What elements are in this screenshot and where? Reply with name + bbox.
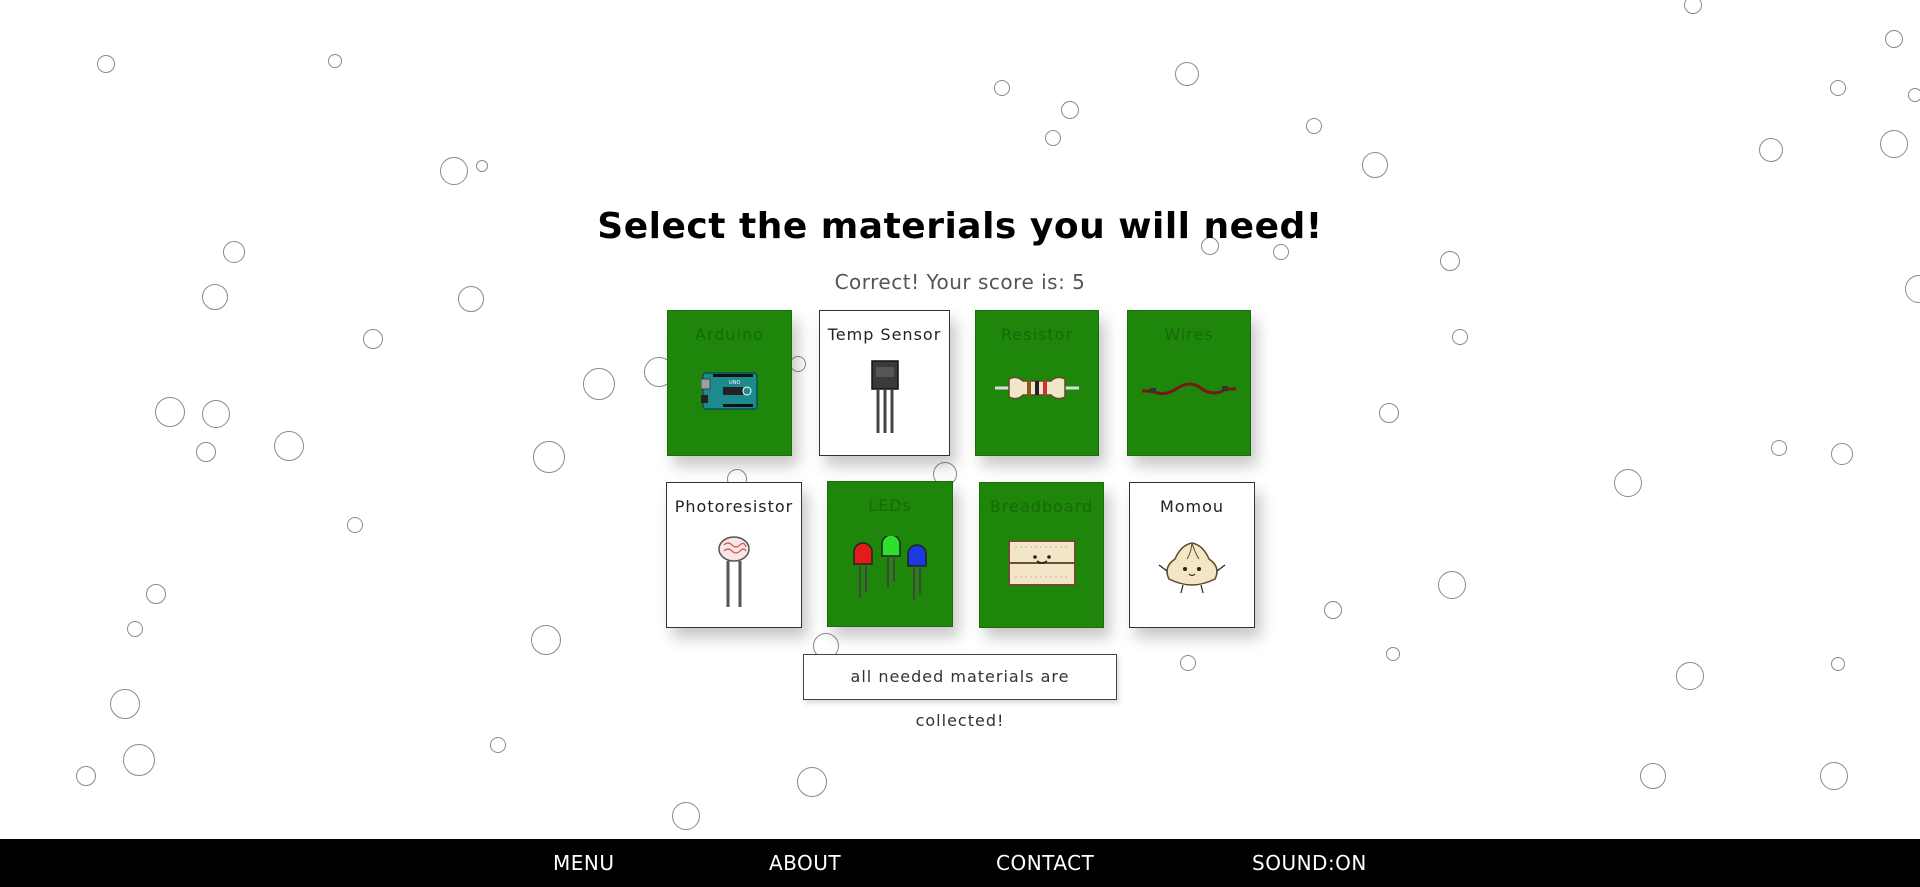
card-label: Photoresistor [674,497,794,516]
arduino-board-icon: UNO [700,372,758,410]
leds-icon [853,536,927,600]
bubble [476,160,488,172]
bubble [1831,443,1853,465]
nav-contact[interactable]: CONTACT [996,839,1094,887]
card-breadboard[interactable]: Breadboard [979,482,1104,628]
bubble [1820,762,1848,790]
status-message: all needed materials are collected! [803,654,1117,730]
bubble [1880,130,1908,158]
card-momou[interactable]: Momou [1129,482,1255,628]
card-label: Temp Sensor [827,325,942,344]
card-label: Resistor [1001,325,1073,344]
bubble [994,80,1010,96]
bubble [1759,138,1783,162]
card-temp-sensor[interactable]: Temp Sensor [819,310,950,456]
breadboard-icon [1007,540,1076,586]
bubble [1771,440,1787,456]
bubble [274,431,304,461]
card-wires[interactable]: Wires [1127,310,1251,456]
bubble [790,356,806,372]
card-label: Breadboard [989,497,1094,516]
card-resistor[interactable]: Resistor [975,310,1099,456]
card-label: Wires [1164,325,1214,344]
bubble [1362,152,1388,178]
bubble [76,766,96,786]
photoresistor-icon [718,536,750,607]
bubble [583,368,615,400]
bubble [490,737,506,753]
nav-sound-toggle[interactable]: SOUND:ON [1252,839,1367,887]
card-label: Momou [1159,497,1225,516]
bubble [123,744,155,776]
bubble [1831,657,1845,671]
bubble [1684,0,1702,14]
bubble [1306,118,1322,134]
nav-menu[interactable]: MENU [553,839,615,887]
card-label: Arduino [695,325,764,344]
bubble [1386,647,1400,661]
bubble [1045,130,1061,146]
bubble [1324,601,1342,619]
wire-icon [1142,382,1236,396]
bubble [328,54,342,68]
bubble [1452,329,1468,345]
resistor-icon [995,376,1079,400]
bubble [672,802,700,830]
bubble [127,621,143,637]
score-text: Correct! Your score is: 5 [834,270,1086,294]
bubble [1614,469,1642,497]
page-title: Select the materials you will need! [597,206,1323,247]
bubble [533,441,565,473]
bubble [1180,655,1196,671]
momou-dumpling-icon [1158,542,1226,594]
bubble [1908,88,1920,102]
bubble [110,689,140,719]
bubble [347,517,363,533]
svg-text:UNO: UNO [729,380,740,386]
bubble [1175,62,1199,86]
bubble [1640,763,1666,789]
bubble [797,767,827,797]
nav-about[interactable]: ABOUT [769,839,841,887]
card-arduino[interactable]: Arduino UNO [667,310,792,456]
card-photoresistor[interactable]: Photoresistor [666,482,802,628]
temp-sensor-icon [870,360,899,433]
bubble [1830,80,1846,96]
card-label: LEDs [868,496,912,515]
bubble [440,157,468,185]
bubble [363,329,383,349]
bubble [1379,403,1399,423]
bubble [531,625,561,655]
bubble [155,397,185,427]
bubble [196,442,216,462]
bubble [146,584,166,604]
bubble [202,400,230,428]
bubble [97,55,115,73]
bubble [1440,251,1460,271]
bubble [1885,30,1903,48]
bubble [1438,571,1466,599]
card-leds[interactable]: LEDs [827,481,953,627]
bubble [1061,101,1079,119]
bubble [1676,662,1704,690]
bottom-navbar: MENU ABOUT CONTACT SOUND:ON [0,839,1920,887]
